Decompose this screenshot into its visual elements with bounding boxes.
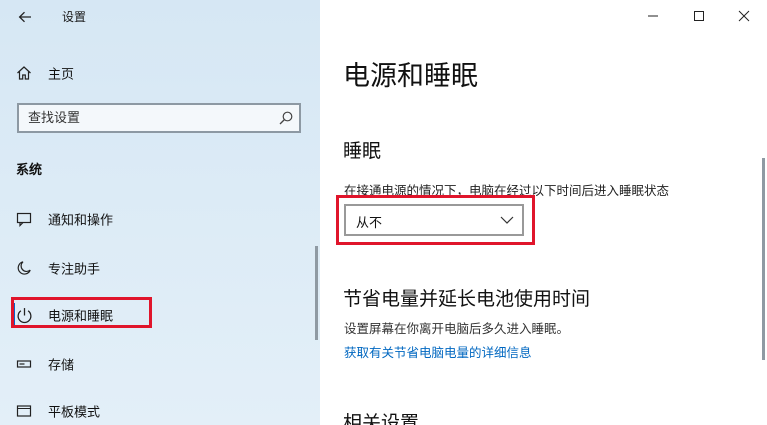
sidebar-item-focus-assist[interactable]: 专注助手 [0, 250, 318, 286]
search-input[interactable] [19, 105, 278, 131]
sidebar-scrollbar[interactable] [315, 246, 318, 340]
close-icon [738, 10, 750, 22]
power-icon [15, 306, 33, 324]
sidebar-item-label: 主页 [48, 67, 75, 83]
related-settings-heading: 相关设置 [343, 412, 420, 425]
sidebar-item-label: 存储 [48, 358, 75, 374]
sidebar-item-label: 平板模式 [48, 405, 101, 421]
maximize-icon [694, 11, 704, 21]
minimize-button[interactable] [630, 0, 676, 32]
battery-info-link[interactable]: 获取有关节省电脑电量的详细信息 [344, 342, 532, 361]
tablet-icon [15, 402, 33, 420]
sidebar-item-notifications[interactable]: 通知和操作 [0, 201, 318, 237]
sleep-heading: 睡眠 [343, 140, 382, 162]
notification-icon [15, 210, 33, 228]
sidebar-item-home[interactable]: 主页 [0, 55, 318, 91]
main-content: 电源和睡眠 睡眠 在接通电源的情况下，电脑在经过以下时间后进入睡眠状态 从不 节… [320, 0, 767, 425]
settings-window: 设置 主页 系统 通知和操作 [0, 0, 767, 425]
dropdown-value: 从不 [356, 216, 383, 231]
sidebar-item-label: 专注助手 [48, 262, 101, 278]
selection-indicator [12, 303, 15, 325]
sleep-description: 在接通电源的情况下，电脑在经过以下时间后进入睡眠状态 [344, 183, 670, 198]
sidebar-item-power-sleep[interactable]: 电源和睡眠 [0, 297, 318, 333]
search-icon[interactable] [278, 110, 294, 126]
back-button[interactable] [10, 4, 40, 30]
main-scrollbar[interactable] [762, 158, 765, 360]
home-icon [15, 64, 33, 82]
search-box[interactable] [17, 103, 301, 133]
sidebar-item-tablet-mode[interactable]: 平板模式 [0, 393, 318, 425]
page-title: 电源和睡眠 [343, 61, 478, 92]
minimize-icon [648, 15, 658, 17]
sidebar: 设置 主页 系统 通知和操作 [0, 0, 320, 425]
storage-icon [15, 355, 33, 373]
chevron-down-icon [500, 216, 514, 224]
sleep-timeout-dropdown[interactable]: 从不 [344, 204, 524, 236]
sidebar-item-storage[interactable]: 存储 [0, 346, 318, 382]
sidebar-item-label: 电源和睡眠 [48, 309, 114, 325]
section-label: 系统 [16, 163, 43, 178]
battery-description: 设置屏幕在你离开电脑后多久进入睡眠。 [344, 321, 570, 336]
close-button[interactable] [721, 0, 767, 32]
moon-icon [15, 259, 33, 277]
sidebar-item-label: 通知和操作 [48, 213, 114, 229]
app-title: 设置 [62, 10, 87, 24]
back-arrow-icon [18, 11, 31, 23]
maximize-button[interactable] [676, 0, 722, 32]
battery-heading: 节省电量并延长电池使用时间 [343, 288, 591, 310]
